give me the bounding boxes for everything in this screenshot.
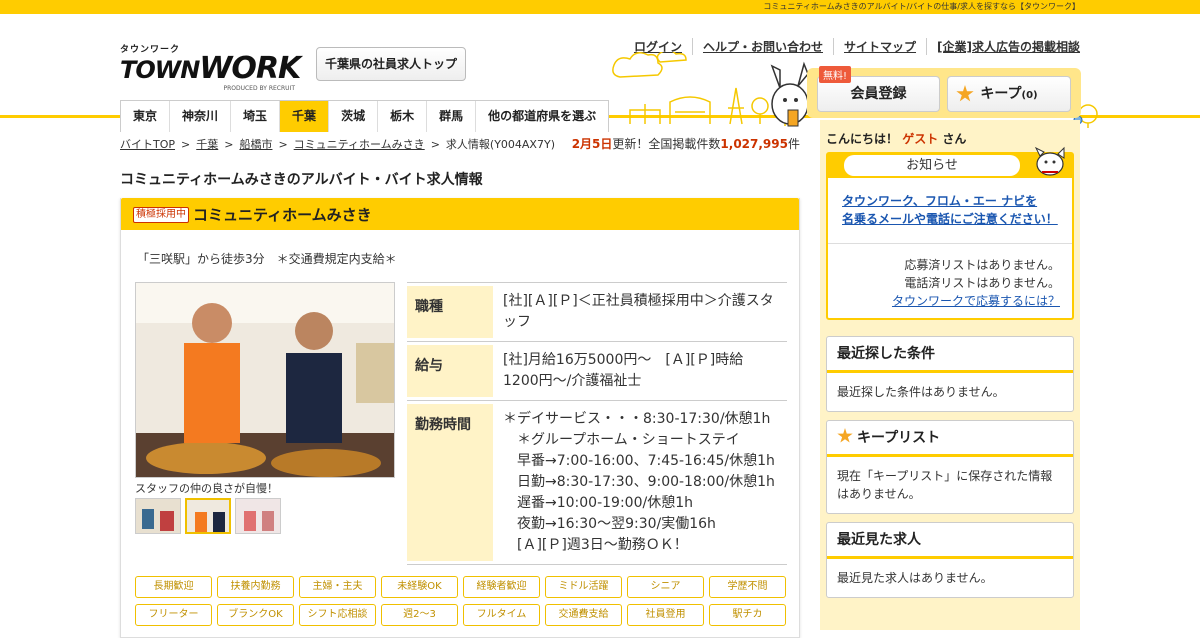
nav-gunma[interactable]: 群馬 [426,101,475,132]
prefecture-nav: 東京 神奈川 埼玉 千葉 茨城 栃木 群馬 他の都道府県を選ぶ [120,100,610,132]
info-row-job-type: 職種 [社][Ａ][Ｐ]＜正社員積極採用中＞介護スタッフ [407,283,787,342]
notice-warning-link[interactable]: タウンワーク、フロム・エー ナビを 名乗るメールや電話にご注意ください！ [828,178,1072,244]
breadcrumb-company[interactable]: コミュニティホームみさき [294,138,425,151]
access-info: 「三咲駅」から徒歩3分 ＊交通費規定内支給＊ [137,252,397,266]
site-header: タウンワーク TOWNWORK PRODUCED BY RECRUIT 千葉県の… [0,14,1200,132]
nav-saitama[interactable]: 埼玉 [230,101,279,132]
breadcrumb-chiba[interactable]: 千葉 [196,138,218,151]
photo-caption: スタッフの仲の良さが自慢！ [135,482,278,495]
feature-tag: 交通費支給 [545,604,622,626]
page-title: コミュニティホームみさきのアルバイト・バイト求人情報 [120,172,483,188]
pref-top-button[interactable]: 千葉県の社員求人トップ [316,47,466,81]
feature-tag: 週2～3 [381,604,458,626]
sidebar: こんにちは！ ゲスト さん お知らせ タウンワーク、フロム・エー ナビを 名乗る… [820,120,1080,630]
rabbit-mascot-icon [770,61,809,127]
townwork-logo[interactable]: タウンワーク TOWNWORK PRODUCED BY RECRUIT [120,42,301,92]
feature-tag: 主婦・主夫 [299,576,376,598]
nav-ibaraki[interactable]: 茨城 [328,101,377,132]
company-name[interactable]: コミュニティホームみさき [193,206,372,224]
feature-tag: 未経験OK [381,576,458,598]
feature-tag: 扶養内勤務 [217,576,294,598]
recent-view-panel: 最近見た求人 最近見た求人はありません。 [826,522,1074,598]
thumbnail-1[interactable] [135,498,181,534]
star-icon [956,85,974,102]
feature-tag: フリーター [135,604,212,626]
breadcrumb-funabashi[interactable]: 船橋市 [239,138,272,151]
feature-tag: 学歴不問 [709,576,786,598]
nav-chiba[interactable]: 千葉 [279,101,329,132]
keep-list-panel: キープリスト 現在「キープリスト」に保存された情報はありません。 [826,420,1074,514]
feature-tag: シニア [627,576,704,598]
feature-tag: シフト応相談 [299,604,376,626]
nav-tochigi[interactable]: 栃木 [377,101,426,132]
thumbnail-2[interactable] [185,498,231,534]
update-info: 2月5日更新！全国掲載件数1,027,995件 [571,137,800,151]
job-card: 積極採用中 コミュニティホームみさき 「三咲駅」から徒歩3分 ＊交通費規定内支給＊… [120,198,800,638]
feature-tag: 社員登用 [627,604,704,626]
info-row-salary: 給与 [社]月給16万5000円～ [Ａ][Ｐ]時給1200円～/介護福祉士 [407,342,787,401]
how-to-apply-link[interactable]: タウンワークで応募するには？ [840,292,1060,310]
free-badge: 無料! [819,66,852,83]
job-info-table: 職種 [社][Ａ][Ｐ]＜正社員積極採用中＞介護スタッフ 給与 [社]月給16万… [407,282,787,565]
feature-tag: ブランクOK [217,604,294,626]
nav-other-prefectures[interactable]: 他の都道府県を選ぶ [475,101,608,132]
feature-tag: 長期歓迎 [135,576,212,598]
feature-tags: 長期歓迎 扶養内勤務 主婦・主夫 未経験OK 経験者歓迎 ミドル活躍 シニア 学… [135,576,791,626]
notice-title: お知らせ [844,155,1020,176]
nav-kanagawa[interactable]: 神奈川 [169,101,230,132]
job-card-header: 積極採用中 コミュニティホームみさき [121,198,799,230]
notice-box: お知らせ タウンワーク、フロム・エー ナビを 名乗るメールや電話にご注意ください… [826,146,1074,320]
breadcrumb: バイトTOP > 千葉 > 船橋市 > コミュニティホームみさき > 求人情報(Y004AX7Y… [120,138,555,151]
nav-tokyo[interactable]: 東京 [121,101,169,132]
info-row-hours: 勤務時間 ＊デイサービス・・・8:30-17:30/休憩1h ＊グループホーム・… [407,401,787,565]
feature-tag: 駅チカ [709,604,786,626]
job-photo[interactable] [135,282,395,478]
feature-tag: フルタイム [463,604,540,626]
top-tagline: コミュニティホームみさきのアルバイト/バイトの仕事/求人を探すなら【タウンワーク… [0,0,1200,14]
member-box: 会員登録 無料! キープ(0) [807,66,1081,118]
feature-tag: 経験者歓迎 [463,576,540,598]
recent-search-panel: 最近探した条件 最近探した条件はありません。 [826,336,1074,412]
breadcrumb-current: 求人情報(Y004AX7Y) [445,138,555,151]
dog-mascot-icon [1034,146,1065,176]
apply-status: 応募済リストはありません。 電話済リストはありません。 タウンワークで応募するに… [828,244,1072,310]
feature-tag: ミドル活躍 [545,576,622,598]
breadcrumb-baito-top[interactable]: バイトTOP [120,138,175,151]
keep-button[interactable]: キープ(0) [947,76,1071,112]
star-icon [837,428,853,443]
photo-thumbnails [135,498,281,534]
greeting: こんにちは！ ゲスト さん [826,132,967,146]
thumbnail-3[interactable] [235,498,281,534]
hiring-tag: 積極採用中 [133,206,189,223]
